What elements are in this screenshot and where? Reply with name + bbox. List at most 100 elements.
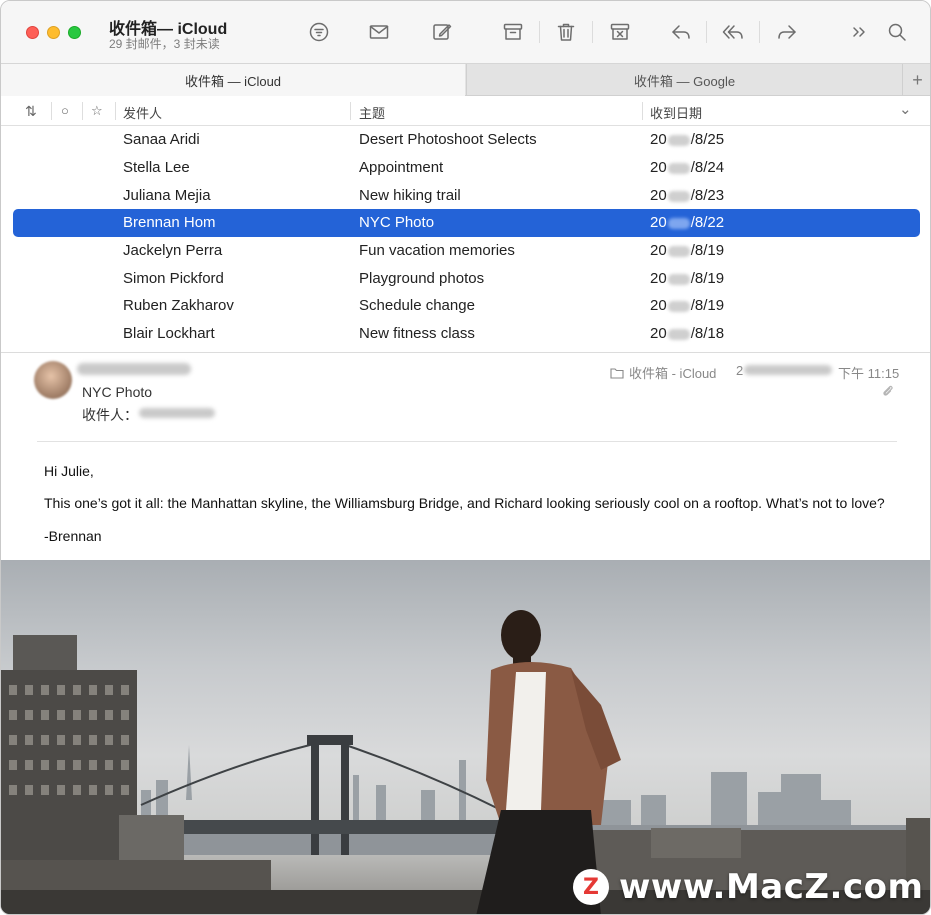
- title-bar: 收件箱— iCloud 29 封邮件，3 封未读: [1, 1, 930, 63]
- toolbar-divider: [706, 21, 707, 43]
- message-date: 20/8/19: [650, 270, 724, 287]
- message-mailbox: 收件箱 - iCloud: [610, 363, 716, 382]
- message-row[interactable]: Ruben Zakharov Schedule change 20/8/19: [13, 292, 920, 320]
- message-row-selected[interactable]: Brennan Hom NYC Photo 20/8/22: [13, 209, 920, 237]
- tab-inbox-google[interactable]: 收件箱 — Google: [466, 64, 902, 96]
- date-prefix: 20: [650, 131, 667, 148]
- message-row[interactable]: Sanaa Aridi Desert Photoshoot Selects 20…: [13, 126, 920, 154]
- tab-bar: 收件箱 — iCloud 收件箱 — Google +: [1, 63, 930, 96]
- message-subject: NYC Photo: [359, 214, 435, 231]
- date-suffix: /8/19: [690, 242, 725, 259]
- filter-icon: [309, 22, 329, 42]
- column-header-from[interactable]: 发件人: [123, 103, 162, 122]
- column-header-date[interactable]: 收到日期: [650, 103, 702, 122]
- redacted-year: [667, 273, 690, 285]
- date-suffix: /8/19: [690, 270, 725, 287]
- date-prefix: 20: [650, 187, 667, 204]
- zoom-window-button[interactable]: [68, 26, 81, 39]
- message-subject: New fitness class: [359, 325, 475, 342]
- message-row[interactable]: Blair Lockhart New fitness class 20/8/18: [13, 320, 920, 348]
- nyc-rooftop-photo: [1, 610, 930, 914]
- message-date: 20/8/18: [650, 325, 724, 342]
- junk-icon: [610, 23, 630, 40]
- message-row[interactable]: Juliana Mejia New hiking trail 20/8/23: [13, 182, 920, 210]
- date-suffix: /8/22: [690, 214, 725, 231]
- message-sender: Juliana Mejia: [123, 187, 211, 204]
- date-prefix: 20: [650, 270, 667, 287]
- message-subject: Desert Photoshoot Selects: [359, 131, 537, 148]
- trash-button[interactable]: [551, 17, 581, 47]
- message-date: 20/8/19: [650, 242, 724, 259]
- message-view-recipient: 收件人：: [82, 405, 138, 425]
- date-suffix: /8/25: [690, 131, 725, 148]
- get-mail-button[interactable]: [364, 17, 394, 47]
- message-sender: Simon Pickford: [123, 270, 224, 287]
- redacted-year: [667, 328, 690, 340]
- date-suffix: /8/23: [690, 187, 725, 204]
- mailbox-label: 收件箱 - iCloud: [629, 366, 717, 381]
- flag-column-icon[interactable]: ☆: [91, 103, 103, 119]
- message-sender: Blair Lockhart: [123, 325, 215, 342]
- macz-watermark: Z www.MacZ.com: [573, 867, 923, 907]
- message-list-header: ⇅ ○ ☆ 发件人 主题 收到日期 ⌄: [1, 96, 930, 126]
- message-sender: Ruben Zakharov: [123, 297, 234, 314]
- message-subject: Playground photos: [359, 270, 485, 287]
- mailbox-subtitle: 29 封邮件，3 封未读: [109, 37, 220, 51]
- toolbar-divider: [759, 21, 760, 43]
- search-button[interactable]: [882, 17, 912, 47]
- body-signature: -Brennan: [44, 528, 102, 544]
- redacted-year: [667, 134, 690, 146]
- attachment-icon[interactable]: [881, 384, 894, 403]
- message-list: Sanaa Aridi Desert Photoshoot Selects 20…: [1, 126, 930, 352]
- sender-avatar: [34, 361, 72, 399]
- tab-inbox-icloud[interactable]: 收件箱 — iCloud: [1, 64, 465, 96]
- toolbar-divider: [592, 21, 593, 43]
- sort-icon[interactable]: ⇅: [25, 103, 37, 120]
- forward-icon: [778, 25, 796, 39]
- trash-icon: [557, 23, 575, 41]
- message-date: 20/8/19: [650, 297, 724, 314]
- message-row[interactable]: Simon Pickford Playground photos 20/8/19: [13, 265, 920, 293]
- reply-all-button[interactable]: [718, 17, 748, 47]
- date-prefix: 20: [650, 325, 667, 342]
- junk-button[interactable]: [605, 17, 635, 47]
- forward-button[interactable]: [772, 17, 802, 47]
- column-divider: [115, 102, 116, 120]
- chevron-down-icon[interactable]: ⌄: [899, 100, 912, 118]
- redacted-date: [744, 365, 832, 375]
- message-header-divider: [37, 441, 897, 442]
- unread-column-icon[interactable]: ○: [61, 103, 69, 118]
- date-prefix: 20: [650, 159, 667, 176]
- column-divider: [350, 102, 351, 120]
- message-date: 20/8/25: [650, 131, 724, 148]
- watermark-text: www.MacZ.com: [619, 867, 924, 907]
- close-window-button[interactable]: [26, 26, 39, 39]
- column-divider: [82, 102, 83, 120]
- message-time: 下午 11:15: [838, 366, 900, 381]
- reply-all-icon: [722, 25, 743, 39]
- date-prefix: 20: [650, 214, 667, 231]
- new-tab-button[interactable]: +: [902, 64, 930, 96]
- column-header-subject[interactable]: 主题: [359, 103, 385, 122]
- message-subject: Fun vacation memories: [359, 242, 515, 259]
- message-subject: Appointment: [359, 159, 444, 176]
- column-divider: [642, 102, 643, 120]
- reply-button[interactable]: [666, 17, 696, 47]
- compose-button[interactable]: [427, 17, 457, 47]
- more-toolbar-button[interactable]: [844, 17, 874, 47]
- attached-photo: [1, 560, 930, 914]
- recipient-label: 收件人：: [82, 407, 138, 423]
- archive-button[interactable]: [498, 17, 528, 47]
- message-sender: Sanaa Aridi: [123, 131, 200, 148]
- message-view-subject: NYC Photo: [82, 384, 153, 400]
- message-row[interactable]: Stella Lee Appointment 20/8/24: [13, 154, 920, 182]
- message-row[interactable]: Jackelyn Perra Fun vacation memories 20/…: [13, 237, 920, 265]
- column-divider: [51, 102, 52, 120]
- toolbar-divider: [539, 21, 540, 43]
- filter-button[interactable]: [304, 17, 334, 47]
- minimize-window-button[interactable]: [47, 26, 60, 39]
- list-viewer-divider[interactable]: [1, 352, 930, 353]
- folder-icon: [610, 367, 624, 379]
- date-suffix: /8/18: [690, 325, 725, 342]
- message-date: 20/8/24: [650, 159, 724, 176]
